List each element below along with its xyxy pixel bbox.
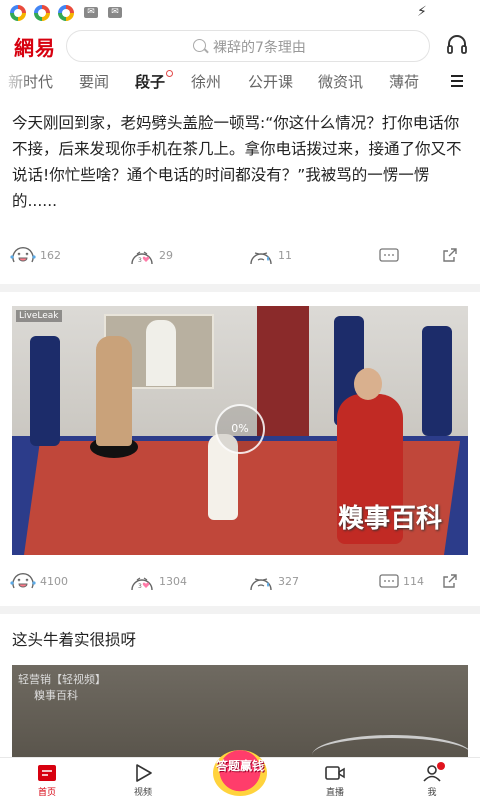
cute-count: 29 bbox=[159, 248, 173, 262]
loading-progress-text: 0% bbox=[231, 422, 249, 435]
charging-icon: ⚡ bbox=[417, 4, 427, 20]
cute-reaction[interactable]: 3 29 bbox=[129, 241, 173, 269]
nav-me[interactable]: 我 bbox=[397, 758, 467, 802]
sad-face-icon bbox=[250, 252, 272, 265]
netease-logo[interactable]: 網易 bbox=[14, 32, 56, 61]
message-notification-icon: ✉ bbox=[84, 7, 98, 18]
channel-tabs: 新时代 要闻 段子 徐州 公开课 微资讯 薄荷 bbox=[0, 66, 480, 98]
tab-bohe[interactable]: 薄荷 bbox=[389, 71, 419, 92]
comment-button[interactable] bbox=[379, 241, 399, 269]
laugh-reaction[interactable]: 4100 bbox=[10, 567, 68, 595]
post-text[interactable]: 今天刚回到家，老妈劈头盖脸一顿骂:“你这什么情况？打你电话你不接，后来发现你手机… bbox=[12, 110, 468, 214]
home-icon bbox=[38, 765, 56, 781]
app-notification-icon bbox=[34, 5, 50, 21]
status-bar: ✉ ✉ ⚡ bbox=[0, 0, 480, 26]
video-source-label: 轻营销【轻视频】 bbox=[18, 673, 106, 686]
sad-count: 11 bbox=[278, 248, 292, 262]
tab-duanzi[interactable]: 段子 bbox=[135, 71, 165, 92]
nav-home-label: 首页 bbox=[37, 788, 56, 798]
share-button[interactable] bbox=[442, 567, 458, 595]
wink-face-icon: 3 bbox=[131, 251, 153, 265]
laugh-face-icon bbox=[10, 572, 36, 589]
search-placeholder: 裸辞的7条理由 bbox=[213, 40, 306, 56]
feed-divider bbox=[0, 284, 480, 292]
laugh-face-icon bbox=[10, 246, 36, 263]
nav-video-label: 视频 bbox=[133, 788, 152, 798]
sad-face-icon bbox=[250, 578, 272, 591]
comment-button[interactable]: 114 bbox=[379, 567, 424, 595]
search-icon bbox=[193, 39, 206, 52]
svg-text:3: 3 bbox=[138, 257, 142, 264]
notification-dot bbox=[437, 762, 445, 770]
tab-yaowen[interactable]: 要闻 bbox=[79, 71, 109, 92]
channel-menu-icon[interactable] bbox=[451, 75, 463, 87]
sad-count: 327 bbox=[278, 574, 299, 588]
share-icon bbox=[443, 248, 457, 262]
nav-live-label: 直播 bbox=[325, 788, 344, 798]
punching-bag bbox=[422, 326, 452, 436]
loading-progress-ring: 0% bbox=[215, 404, 265, 454]
nav-video[interactable]: 视频 bbox=[108, 758, 178, 802]
share-button[interactable] bbox=[442, 241, 458, 269]
video-source-label: LiveLeak bbox=[16, 310, 62, 322]
video-thumbnail[interactable]: 轻营销【轻视频】 糗事百科 bbox=[12, 665, 468, 757]
feed-divider bbox=[0, 606, 480, 614]
video-man-head bbox=[354, 368, 382, 400]
app-notification-icon bbox=[10, 5, 26, 21]
post-actions: 4100 3 1304 327 114 bbox=[0, 567, 480, 595]
post-title[interactable]: 这头牛着实很损呀 bbox=[12, 628, 136, 650]
message-notification-icon: ✉ bbox=[108, 7, 122, 18]
nav-me-label: 我 bbox=[427, 788, 437, 798]
video-watermark: 糗事百科 bbox=[338, 504, 443, 534]
punching-bag bbox=[30, 336, 60, 446]
sad-reaction[interactable]: 327 bbox=[248, 567, 299, 595]
laugh-count: 4100 bbox=[40, 574, 68, 588]
comment-icon bbox=[379, 574, 399, 588]
cute-count: 1304 bbox=[159, 574, 187, 588]
app-notification-icon bbox=[58, 5, 74, 21]
app-header: 網易 裸辞的7条理由 bbox=[0, 26, 480, 66]
promo-label: 答题赢钱 bbox=[215, 759, 264, 773]
comment-count: 114 bbox=[403, 574, 424, 588]
search-box[interactable]: 裸辞的7条理由 bbox=[66, 30, 430, 62]
bottom-nav: 首页 视频 答题赢钱 直播 我 bbox=[0, 750, 480, 802]
video-camera-icon bbox=[325, 766, 345, 780]
laugh-count: 162 bbox=[40, 248, 61, 262]
nav-home[interactable]: 首页 bbox=[12, 758, 82, 802]
video-watermark: 糗事百科 bbox=[34, 689, 78, 702]
comment-icon bbox=[379, 248, 399, 262]
training-dummy bbox=[96, 336, 132, 446]
new-badge-dot bbox=[166, 70, 173, 77]
nav-promo[interactable]: 答题赢钱 bbox=[209, 750, 271, 800]
tab-fade-overlay bbox=[0, 66, 30, 98]
wink-face-icon: 3 bbox=[131, 577, 153, 591]
share-icon bbox=[443, 574, 457, 588]
sad-reaction[interactable]: 11 bbox=[248, 241, 292, 269]
promo-badge-icon bbox=[213, 750, 267, 796]
tab-weizixun[interactable]: 微资讯 bbox=[318, 71, 363, 92]
svg-text:3: 3 bbox=[138, 583, 142, 590]
headphone-icon[interactable] bbox=[446, 34, 468, 54]
video-player[interactable]: LiveLeak 糗事百科 0% bbox=[12, 306, 468, 555]
tab-gongkaike[interactable]: 公开课 bbox=[248, 71, 293, 92]
nav-live[interactable]: 直播 bbox=[300, 758, 370, 802]
tab-xuzhou[interactable]: 徐州 bbox=[191, 71, 221, 92]
play-icon bbox=[136, 764, 152, 782]
video-frame-detail bbox=[312, 735, 468, 757]
cute-reaction[interactable]: 3 1304 bbox=[129, 567, 187, 595]
post-actions: 162 3 29 11 bbox=[0, 241, 480, 269]
laugh-reaction[interactable]: 162 bbox=[10, 241, 61, 269]
